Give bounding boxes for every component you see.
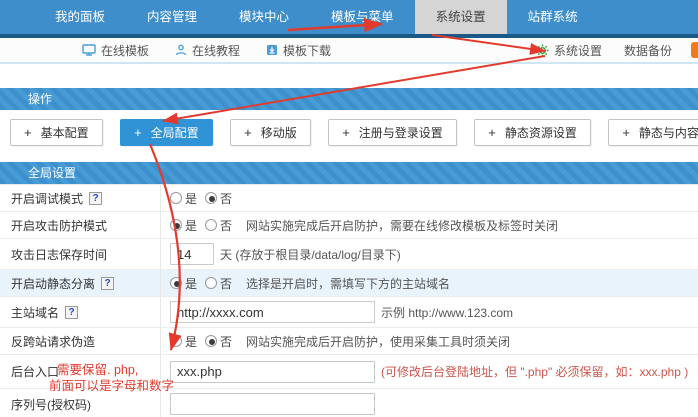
- gear-icon: [536, 44, 549, 57]
- op-button-register-login[interactable]: + 注册与登录设置: [328, 119, 457, 146]
- op-button-label: 全局配置: [151, 124, 199, 141]
- operations-button-row: + 基本配置 + 全局配置 + 移动版 + 注册与登录设置 + 静态资源设置 + 静态与内容…: [0, 110, 698, 150]
- form-row-debug-mode: 开启调试模式 ? 是 否: [0, 185, 698, 212]
- top-nav: 我的面板 内容管理 模块中心 模板与菜单 系统设置 站群系统: [0, 0, 698, 34]
- radio-label: 否: [220, 275, 232, 292]
- plus-icon: +: [244, 125, 252, 140]
- radio-label: 是: [185, 275, 197, 292]
- radio-no[interactable]: [205, 335, 217, 347]
- toolbar-item-label: 数据备份: [624, 42, 672, 59]
- nav-item-site-group[interactable]: 站群系统: [507, 0, 599, 34]
- radio-no[interactable]: [205, 219, 217, 231]
- field-label: 开启动静态分离: [11, 275, 95, 292]
- spacer: [0, 64, 698, 88]
- nav-item-templates-menu[interactable]: 模板与菜单: [310, 0, 415, 34]
- toolbar-item-template-download[interactable]: 模板下载: [266, 42, 331, 59]
- toolbar-item-label: 系统设置: [554, 42, 602, 59]
- annotation-note: 需要保留. php, 前面可以是字母和数字: [57, 362, 174, 394]
- field-label: 攻击日志保存时间: [11, 246, 107, 263]
- monitor-icon: [82, 44, 96, 56]
- op-button-label: 基本配置: [41, 124, 89, 141]
- secondary-toolbar: 在线模板 在线教程 模板下载 系统设置: [0, 38, 698, 64]
- global-settings-header: 全局设置: [0, 162, 698, 184]
- admin-settings-page: 我的面板 内容管理 模块中心 模板与菜单 系统设置 站群系统 在线模板 在线教程: [0, 0, 698, 417]
- plus-icon: +: [488, 125, 496, 140]
- user-icon: [175, 44, 187, 56]
- field-label: 主站域名: [11, 304, 59, 321]
- form-row-site-domain: 主站域名 ? 示例 http://www.123.com: [0, 297, 698, 328]
- operations-header: 操作: [0, 88, 698, 110]
- annotation-line1: 需要保留. php,: [57, 363, 138, 377]
- op-button-global-config[interactable]: + 全局配置: [120, 119, 213, 146]
- op-button-static-resource[interactable]: + 静态资源设置: [474, 119, 591, 146]
- radio-label: 否: [220, 333, 232, 350]
- field-label: 反跨站请求伪造: [11, 333, 95, 350]
- nav-item-dashboard[interactable]: 我的面板: [34, 0, 126, 34]
- download-icon: [266, 44, 278, 56]
- nav-item-content[interactable]: 内容管理: [126, 0, 218, 34]
- radio-label: 是: [185, 217, 197, 234]
- admin-entry-input[interactable]: [170, 361, 375, 383]
- form-row-dynamic-static-separation: 开启动静态分离 ? 是 否 选择是开启时，需填写下方的主站域名: [0, 270, 698, 297]
- site-domain-input[interactable]: [170, 301, 375, 323]
- field-label: 开启调试模式: [11, 190, 83, 207]
- help-icon[interactable]: ?: [101, 277, 114, 290]
- radio-label: 是: [185, 333, 197, 350]
- op-button-label: 静态与内容设置: [639, 124, 698, 141]
- toolbar-item-system-settings[interactable]: 系统设置: [536, 42, 602, 59]
- radio-no[interactable]: [205, 277, 217, 289]
- field-hint: (可修改后台登陆地址，但 ".php" 必须保留，如：xxx.php ): [381, 363, 688, 380]
- nav-item-system-settings[interactable]: 系统设置: [415, 0, 507, 34]
- toolbar-item-online-templates[interactable]: 在线模板: [82, 42, 149, 59]
- toolbar-item-label: 在线教程: [192, 42, 240, 59]
- op-button-label: 移动版: [261, 124, 297, 141]
- form-row-attack-log-days: 攻击日志保存时间 天 (存放于根目录/data/log/目录下): [0, 239, 698, 270]
- op-button-mobile-version[interactable]: + 移动版: [230, 119, 311, 146]
- plus-icon: +: [134, 125, 142, 140]
- toolbar-item-label: 在线模板: [101, 42, 149, 59]
- field-hint: 示例 http://www.123.com: [381, 304, 513, 321]
- field-label: 序列号(授权码): [11, 396, 91, 413]
- plus-icon: +: [342, 125, 350, 140]
- spacer: [0, 150, 698, 162]
- attack-log-days-input[interactable]: [170, 243, 214, 265]
- op-button-label: 注册与登录设置: [359, 124, 443, 141]
- radio-label: 是: [185, 190, 197, 207]
- field-label: 开启攻击防护模式: [11, 217, 107, 234]
- radio-yes[interactable]: [170, 192, 182, 204]
- annotation-line2: 前面可以是字母和数字: [49, 378, 174, 394]
- radio-no[interactable]: [205, 192, 217, 204]
- op-button-basic-config[interactable]: + 基本配置: [10, 119, 103, 146]
- field-hint: 天 (存放于根目录/data/log/目录下): [220, 246, 401, 263]
- form-row-admin-entry: 后台入口 需要保留. php, 前面可以是字母和数字 (可修改后台登陆地址，但 …: [0, 355, 698, 389]
- op-button-label: 静态资源设置: [505, 124, 577, 141]
- form-row-csrf-protection: 反跨站请求伪造 是 否 网站实施完成后开启防护，使用采集工具时须关闭: [0, 328, 698, 355]
- help-icon[interactable]: ?: [65, 306, 78, 319]
- toolbar-item-data-backup[interactable]: 数据备份: [624, 42, 672, 59]
- radio-yes[interactable]: [170, 335, 182, 347]
- op-button-static-content[interactable]: + 静态与内容设置: [608, 119, 698, 146]
- radio-yes[interactable]: [170, 219, 182, 231]
- edge-tab[interactable]: [691, 42, 698, 58]
- global-settings-form: 开启调试模式 ? 是 否 开启攻击防护模式 是 否 网站实施完成后开启防护，需要…: [0, 184, 698, 417]
- toolbar-item-label: 模板下载: [283, 42, 331, 59]
- field-hint: 网站实施完成后开启防护，需要在线修改模板及标签时关闭: [246, 217, 558, 234]
- plus-icon: +: [622, 125, 630, 140]
- form-row-attack-protection: 开启攻击防护模式 是 否 网站实施完成后开启防护，需要在线修改模板及标签时关闭: [0, 212, 698, 239]
- plus-icon: +: [24, 125, 32, 140]
- toolbar-item-online-tutorial[interactable]: 在线教程: [175, 42, 240, 59]
- radio-yes[interactable]: [170, 277, 182, 289]
- radio-label: 否: [220, 190, 232, 207]
- serial-number-input[interactable]: [170, 393, 375, 415]
- help-icon[interactable]: ?: [89, 192, 102, 205]
- field-hint: 网站实施完成后开启防护，使用采集工具时须关闭: [246, 333, 510, 350]
- field-hint: 选择是开启时，需填写下方的主站域名: [246, 275, 450, 292]
- radio-label: 否: [220, 217, 232, 234]
- nav-item-modules[interactable]: 模块中心: [218, 0, 310, 34]
